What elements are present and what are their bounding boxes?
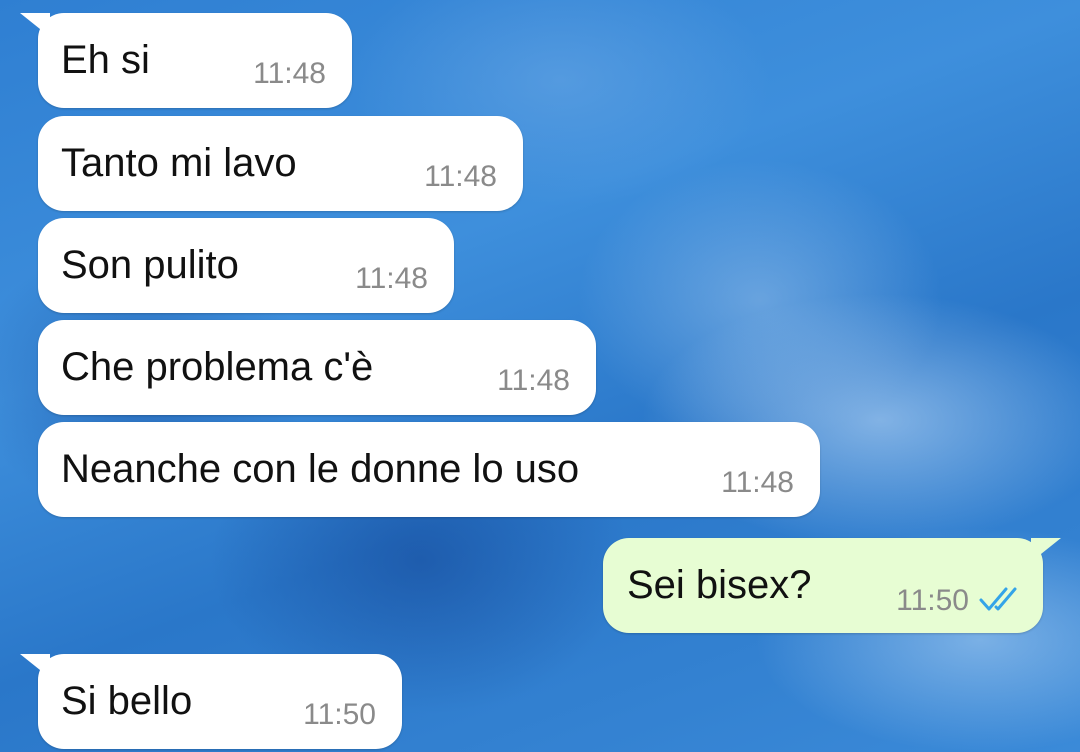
message-text: Neanche con le donne lo uso [61, 447, 580, 491]
message-timestamp: 11:50 [896, 584, 969, 617]
message-timestamp: 11:48 [497, 364, 570, 397]
message-text: Sei bisex? [627, 563, 812, 607]
message-bubble-outgoing[interactable]: Sei bisex? 11:50 [603, 538, 1061, 633]
message-text: Si bello [61, 679, 193, 723]
message-timestamp: 11:48 [721, 466, 794, 499]
bubble-tail [20, 13, 50, 37]
message-bubble-incoming[interactable]: Si bello 11:50 [20, 654, 402, 749]
message-bubble-incoming[interactable]: Tanto mi lavo 11:48 [38, 116, 523, 211]
message-bubble-incoming[interactable]: Che problema c'è 11:48 [38, 320, 596, 415]
message-bubble-incoming[interactable]: Son pulito 11:48 [38, 218, 454, 313]
chat-message-list[interactable]: Eh si 11:48 Tanto mi lavo 11:48 Son puli… [0, 0, 1080, 752]
message-text: Che problema c'è [61, 345, 374, 389]
message-text: Son pulito [61, 243, 239, 287]
bubble-tail [1031, 538, 1061, 562]
message-bubble-incoming[interactable]: Eh si 11:48 [20, 13, 352, 108]
message-timestamp: 11:48 [253, 57, 326, 90]
bubble-tail [20, 654, 50, 678]
message-bubble-incoming[interactable]: Neanche con le donne lo uso 11:48 [38, 422, 820, 517]
message-timestamp: 11:50 [303, 698, 376, 731]
message-text: Eh si [61, 38, 150, 82]
message-text: Tanto mi lavo [61, 141, 297, 185]
double-check-read-icon [979, 587, 1017, 611]
message-timestamp: 11:48 [424, 160, 497, 193]
message-timestamp: 11:48 [355, 262, 428, 295]
